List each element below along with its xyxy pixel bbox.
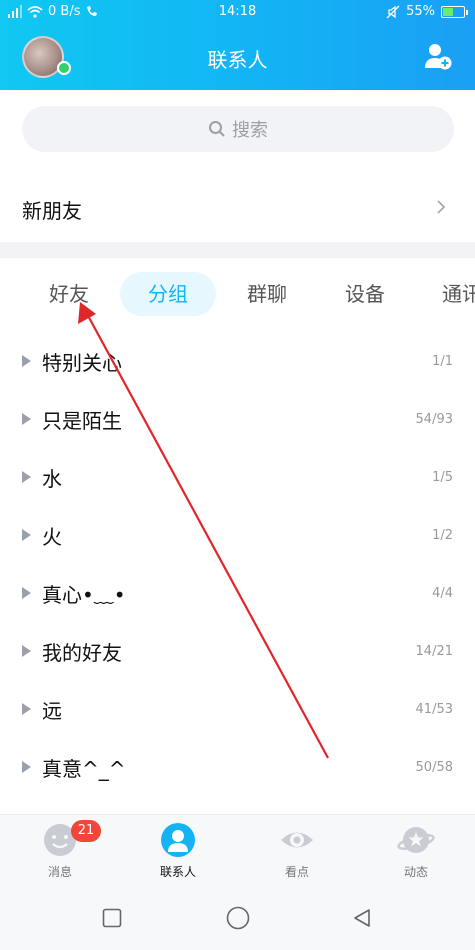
mute-icon bbox=[386, 5, 400, 18]
expand-triangle-icon bbox=[22, 703, 31, 715]
expand-triangle-icon bbox=[22, 355, 31, 367]
new-friends-label: 新朋友 bbox=[22, 199, 82, 223]
group-name: 水 bbox=[42, 467, 62, 491]
new-friends-row[interactable]: 新朋友 bbox=[0, 180, 475, 236]
group-row[interactable]: 火 1/2 bbox=[0, 506, 475, 564]
search-input[interactable]: 搜索 bbox=[22, 106, 454, 152]
expand-triangle-icon bbox=[22, 645, 31, 657]
tab-group-chats[interactable]: 群聊 bbox=[222, 272, 312, 316]
group-count: 4/4 bbox=[432, 586, 453, 601]
add-contact-icon[interactable] bbox=[424, 42, 452, 70]
group-row[interactable]: 远 41/53 bbox=[0, 680, 475, 738]
battery-icon bbox=[441, 5, 468, 18]
bottom-nav: 消息 联系人 看点 动态 bbox=[0, 814, 475, 886]
group-count: 54/93 bbox=[415, 412, 453, 427]
tab-address-book[interactable]: 通讯 bbox=[418, 272, 475, 316]
planet-star-icon bbox=[397, 827, 435, 853]
tab-devices[interactable]: 设备 bbox=[320, 272, 410, 316]
group-row[interactable]: 特别关心 1/1 bbox=[0, 332, 475, 390]
home-icon[interactable] bbox=[226, 906, 250, 930]
group-name: 特别关心 bbox=[42, 351, 122, 375]
group-row[interactable]: 真心•﹏• 4/4 bbox=[0, 564, 475, 622]
group-count: 1/1 bbox=[432, 354, 453, 369]
group-count: 41/53 bbox=[415, 702, 453, 717]
person-icon bbox=[161, 823, 195, 857]
unread-badge: 21 bbox=[71, 820, 101, 842]
nav-moments-label: 动态 bbox=[403, 865, 428, 879]
expand-triangle-icon bbox=[22, 413, 31, 425]
expand-triangle-icon bbox=[22, 587, 31, 599]
contact-tabs: 好友 分组 群聊 设备 通讯 bbox=[0, 272, 475, 318]
group-name: 真意^_^ bbox=[42, 757, 126, 781]
nav-discover[interactable]: 看点 bbox=[257, 821, 337, 880]
battery-percent: 55% bbox=[406, 4, 435, 19]
group-count: 50/58 bbox=[415, 760, 453, 775]
search-placeholder: 搜索 bbox=[232, 120, 268, 141]
nav-moments[interactable]: 动态 bbox=[376, 821, 456, 880]
group-name: 真心•﹏• bbox=[42, 583, 126, 607]
back-icon[interactable] bbox=[352, 908, 372, 928]
group-name: 我的好友 bbox=[42, 641, 122, 665]
expand-triangle-icon bbox=[22, 471, 31, 483]
page-title: 联系人 bbox=[207, 48, 268, 72]
chevron-right-icon bbox=[437, 200, 446, 214]
expand-triangle-icon bbox=[22, 761, 31, 773]
nav-contacts[interactable]: 联系人 bbox=[138, 821, 218, 880]
group-row[interactable]: 水 1/5 bbox=[0, 448, 475, 506]
tab-friends[interactable]: 好友 bbox=[24, 272, 114, 316]
search-icon bbox=[209, 121, 225, 137]
status-bar: 0 B/s 14:18 55% bbox=[0, 0, 475, 26]
nav-messages-label: 消息 bbox=[47, 865, 72, 879]
group-name: 只是陌生 bbox=[42, 409, 122, 433]
group-name: 火 bbox=[42, 525, 62, 549]
battery-fill bbox=[443, 7, 454, 16]
group-row[interactable]: 真意^_^ 50/58 bbox=[0, 738, 475, 796]
group-name: 远 bbox=[42, 699, 62, 723]
recent-apps-icon[interactable] bbox=[102, 908, 122, 928]
group-count: 1/5 bbox=[432, 470, 453, 485]
group-count: 1/2 bbox=[432, 528, 453, 543]
eye-icon bbox=[281, 832, 313, 848]
group-row[interactable]: 我的好友 14/21 bbox=[0, 622, 475, 680]
group-row[interactable]: 只是陌生 54/93 bbox=[0, 390, 475, 448]
nav-discover-label: 看点 bbox=[284, 865, 309, 879]
system-nav-bar bbox=[0, 886, 475, 950]
tab-groups[interactable]: 分组 bbox=[120, 272, 216, 316]
header-bar: 0 B/s 14:18 55% 联系人 bbox=[0, 0, 475, 90]
section-divider bbox=[0, 242, 475, 258]
expand-triangle-icon bbox=[22, 529, 31, 541]
group-count: 14/21 bbox=[415, 644, 453, 659]
nav-contacts-label: 联系人 bbox=[159, 865, 196, 879]
